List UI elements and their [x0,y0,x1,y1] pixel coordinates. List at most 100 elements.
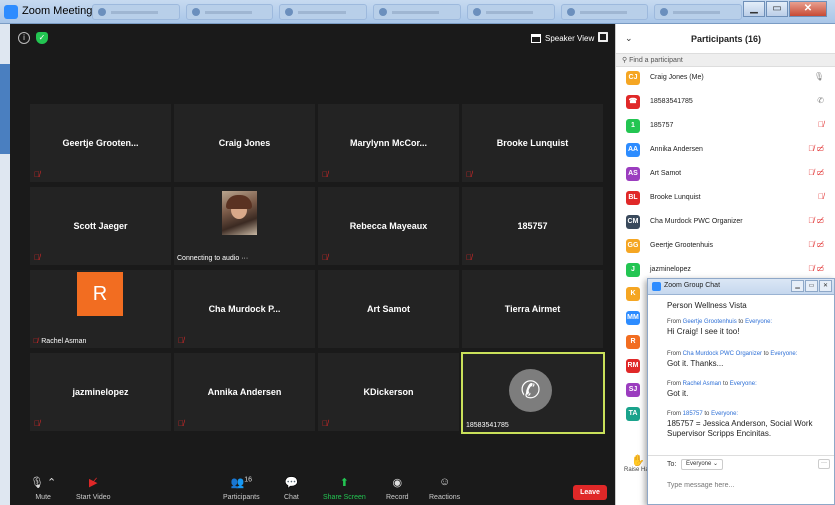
recipient-name[interactable]: Everyone [745,319,770,325]
participant-item[interactable]: CM Cha Murdock PWC Organizer 🎙̸ ▭̸ [616,211,835,234]
fullscreen-icon[interactable] [598,32,608,42]
to-word: to [704,411,710,417]
participant-avatar: AS [626,167,640,181]
video-tile[interactable]: 185757 🎙̸ [462,187,603,265]
video-tile[interactable]: Brooke Lunquist 🎙̸ [462,104,603,182]
participant-search-input[interactable]: ⚲ Find a participant [616,53,835,67]
from-prefix: From [667,351,681,357]
chat-button[interactable]: 💬 Chat [284,476,299,501]
video-tile[interactable]: Cha Murdock P... 🎙̸ [174,270,315,348]
chat-messages: Person Wellness Vista From Geertje Groot… [648,295,834,455]
muted-mic-video-off-icon: 🎙̸ ▭̸ [808,240,824,249]
minimize-button[interactable]: ▁ [743,1,765,17]
participant-item[interactable]: BL Brooke Lunquist 🎙̸ [616,187,835,210]
record-icon: ◉ [392,477,403,489]
participant-item[interactable]: 1 185757 🎙̸ [616,115,835,138]
close-button[interactable]: ✕ [789,1,827,17]
video-tile[interactable]: Art Samot [318,270,459,348]
chat-message-input[interactable] [667,477,827,493]
participant-avatar: CM [626,215,640,229]
maximize-button[interactable]: ▭ [766,1,788,17]
muted-mic-icon: 🎙̸ [178,336,184,345]
video-off-icon: ▶̸ [89,477,98,489]
mute-button[interactable]: 🎙 ⌃ Mute [30,476,56,501]
message-text: 185757 = Jessica Anderson, Social Work S… [667,419,813,438]
participant-item[interactable]: AS Art Samot 🎙̸ ▭̸ [616,163,835,186]
sender-name[interactable]: Cha Murdock PWC Organizer [683,351,762,357]
video-tile[interactable]: Tierra Airmet [462,270,603,348]
message-text: Got it. [667,389,689,398]
video-tile[interactable]: KDickerson 🎙̸ [318,353,459,431]
search-placeholder: Find a participant [629,57,683,64]
active-speaker-tile[interactable]: ✆ 18583541785 [461,352,605,434]
participant-name: Art Samot [650,170,682,177]
leave-button[interactable]: Leave [573,485,607,500]
participant-avatar: AA [626,143,640,157]
message-sender: From 185757 to Everyone: [667,411,739,417]
recipient-name[interactable]: Everyone [770,351,795,357]
tile-name: Cha Murdock P... [208,304,281,314]
recipient-dropdown[interactable]: Everyone ⌄ [681,459,724,470]
more-options-button[interactable]: ··· [818,459,830,469]
chat-minimize-button[interactable]: ▁ [791,280,804,292]
reactions-button[interactable]: ☺ Reactions [429,476,460,501]
muted-mic-icon: 🎙̸ [466,170,472,179]
tile-name: Geertje Grooten... [62,138,139,148]
participant-avatar: TA [626,407,640,421]
muted-mic-video-off-icon: 🎙̸ ▭̸ [808,216,824,225]
taskbar-tab[interactable] [560,4,649,20]
tile-name: Marylynn McCor... [349,138,428,148]
shield-icon[interactable]: ✓ [36,32,48,44]
chat-icon: 💬 [284,477,299,489]
sender-name[interactable]: 185757 [683,411,703,417]
video-tile[interactable]: Craig Jones [174,104,315,182]
sender-name[interactable]: Rachel Asman [683,381,722,387]
taskbar-tab[interactable] [185,4,274,20]
speaker-view-button[interactable]: Speaker View [531,30,594,46]
chat-message: From Geertje Grootenhuis to Everyone: Hi… [667,319,829,337]
video-tile[interactable]: R 🎙̸ Rachel Asman [30,270,171,348]
taskbar-tab[interactable] [654,4,743,20]
video-tile[interactable]: Rebecca Mayeaux 🎙̸ [318,187,459,265]
taskbar-tab[interactable] [279,4,368,20]
recipient-name[interactable]: Everyone [711,411,736,417]
video-tile[interactable]: Geertje Grooten... 🎙̸ [30,104,171,182]
video-tile[interactable]: Marylynn McCor... 🎙̸ [318,104,459,182]
muted-mic-icon: 🎙̸ [818,120,824,129]
chat-close-button[interactable]: ✕ [819,280,832,292]
sender-name[interactable]: Geertje Grootenhuis [683,319,737,325]
participants-button[interactable]: 👥16 Participants [223,476,260,501]
tile-name: KDickerson [363,387,414,397]
participants-count: 16 [244,476,253,484]
video-tile[interactable]: jazminelopez 🎙̸ [30,353,171,431]
record-button[interactable]: ◉ Record [386,476,409,501]
to-word: to [738,319,744,325]
video-gallery: i ✓ Speaker View Geertje Grooten... 🎙̸ C… [10,24,615,505]
muted-mic-icon: 🎙̸ [322,419,328,428]
participant-item[interactable]: CJ Craig Jones (Me) 🎙 [616,67,835,90]
participant-avatar: 1 [626,119,640,133]
participant-item[interactable]: GG Geertje Grootenhuis 🎙̸ ▭̸ [616,235,835,258]
muted-mic-video-off-icon: 🎙̸ ▭̸ [808,264,824,273]
chat-maximize-button[interactable]: ▭ [805,280,818,292]
participant-name: jazminelopez [650,266,691,273]
video-tile[interactable]: Connecting to audio ··· [174,187,315,265]
muted-mic-icon: 🎙̸ [33,338,39,345]
taskbar-tab[interactable] [373,4,461,20]
start-video-button[interactable]: ▶̸ Start Video [76,476,111,501]
participant-name: Cha Murdock PWC Organizer [650,218,743,225]
taskbar-tab[interactable] [92,4,180,20]
participant-item[interactable]: ☎ 18583541785 ✆ [616,91,835,114]
recipient-name[interactable]: Everyone [730,381,755,387]
info-icon[interactable]: i [18,32,30,44]
taskbar-tab[interactable] [466,4,555,20]
video-tile[interactable]: Annika Andersen 🎙̸ [174,353,315,431]
participant-item[interactable]: AA Annika Andersen 🎙̸ ▭̸ [616,139,835,162]
participant-avatar: J [626,263,640,277]
participant-name: Geertje Grootenhuis [650,242,714,249]
participant-name: 18583541785 [650,98,693,105]
phone-number-label: 18583541785 [466,422,509,429]
share-screen-button[interactable]: ⬆ Share Screen [323,476,366,501]
video-tile[interactable]: Scott Jaeger 🎙̸ [30,187,171,265]
group-chat-window: Zoom Group Chat ▁ ▭ ✕ Person Wellness Vi… [647,278,835,505]
